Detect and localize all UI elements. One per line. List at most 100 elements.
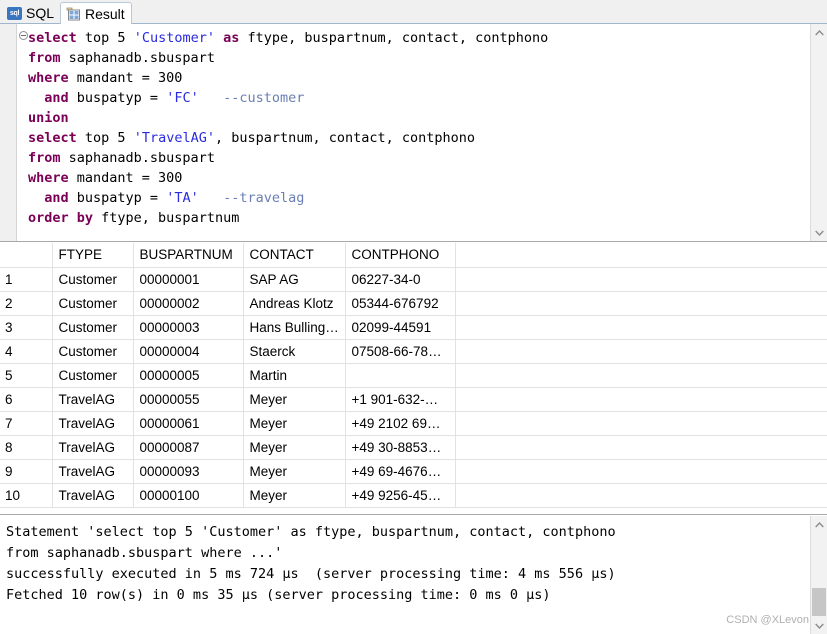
cell-rownum[interactable]: 5 [0, 363, 53, 388]
cell-buspartnum[interactable]: 00000003 [133, 315, 244, 340]
cell-contact[interactable]: Meyer [243, 459, 346, 484]
cell-rownum[interactable]: 3 [0, 315, 53, 340]
code-token: select [28, 30, 77, 46]
cell-buspartnum[interactable]: 00000087 [133, 435, 244, 460]
cell-contact[interactable]: Meyer [243, 435, 346, 460]
code-token: where [28, 70, 69, 86]
cell-contphono[interactable] [345, 363, 456, 388]
cell-ftype[interactable]: TravelAG [52, 459, 134, 484]
messages-scroll-up-icon[interactable] [811, 516, 827, 533]
cell-rownum[interactable]: 7 [0, 411, 53, 436]
cell-ftype[interactable]: Customer [52, 339, 134, 364]
table-row[interactable]: 6 TravelAG 00000055 Meyer +1 901-632-… [0, 387, 827, 412]
header-contphono[interactable]: CONTPHONO [345, 243, 456, 268]
result-table: FTYPE BUSPARTNUM CONTACT CONTPHONO 1 Cust… [0, 243, 827, 508]
cell-buspartnum[interactable]: 00000055 [133, 387, 244, 412]
cell-contphono[interactable]: +49 9256-45… [345, 483, 456, 508]
table-row[interactable]: 2 Customer 00000002 Andreas Klotz 05344-6767… [0, 291, 827, 316]
cell-rownum[interactable]: 4 [0, 339, 53, 364]
cell-rownum[interactable]: 8 [0, 435, 53, 460]
cell-contact[interactable]: Andreas Klotz [243, 291, 346, 316]
sql-editor[interactable]: select top 5 'Customer' as ftype, buspar… [0, 24, 827, 242]
code-fold-collapse-icon[interactable] [19, 31, 28, 40]
code-token: saphanadb.sbuspart [60, 150, 215, 166]
code-token: saphanadb.sbuspart [60, 50, 215, 66]
cell-buspartnum[interactable]: 00000002 [133, 291, 244, 316]
result-grid[interactable]: FTYPE BUSPARTNUM CONTACT CONTPHONO 1 Cust… [0, 243, 827, 515]
table-row[interactable]: 3 Customer 00000003 Hans Bulling… 02099-4459… [0, 315, 827, 340]
cell-contact[interactable]: Hans Bulling… [243, 315, 346, 340]
cell-contphono[interactable]: 02099-44591 [345, 315, 456, 340]
table-row[interactable]: 8 TravelAG 00000087 Meyer +49 30-8853… [0, 435, 827, 460]
cell-rownum[interactable]: 9 [0, 459, 53, 484]
table-row[interactable]: 9 TravelAG 00000093 Meyer +49 69-4676… [0, 459, 827, 484]
code-token: ftype, buspartnum, contact, contphono [239, 30, 549, 46]
cell-buspartnum[interactable]: 00000001 [133, 267, 244, 292]
cell-contact[interactable]: Meyer [243, 483, 346, 508]
cell-ftype[interactable]: Customer [52, 363, 134, 388]
cell-ftype[interactable]: Customer [52, 267, 134, 292]
sql-badge-icon: sql [7, 6, 22, 20]
cell-filler [455, 315, 827, 340]
cell-ftype[interactable]: Customer [52, 291, 134, 316]
cell-contphono[interactable]: 05344-676792 [345, 291, 456, 316]
sql-code-text[interactable]: select top 5 'Customer' as ftype, buspar… [28, 28, 798, 228]
editor-scroll-down-icon[interactable] [811, 224, 827, 241]
cell-ftype[interactable]: Customer [52, 315, 134, 340]
cell-rownum[interactable]: 10 [0, 483, 53, 508]
tab-result[interactable]: Result [60, 2, 132, 24]
cell-buspartnum[interactable]: 00000061 [133, 411, 244, 436]
editor-vertical-scrollbar[interactable] [810, 24, 827, 241]
cell-contact[interactable]: SAP AG [243, 267, 346, 292]
messages-scroll-thumb[interactable] [812, 588, 826, 616]
code-token: , buspartnum, contact, contphono [214, 130, 476, 146]
cell-buspartnum[interactable]: 00000100 [133, 483, 244, 508]
cell-contphono[interactable]: +49 30-8853… [345, 435, 456, 460]
table-row[interactable]: 7 TravelAG 00000061 Meyer +49 2102 69… [0, 411, 827, 436]
table-row[interactable]: 5 Customer 00000005 Martin [0, 363, 827, 388]
table-row[interactable]: 10 TravelAG 00000100 Meyer +49 9256-45… [0, 483, 827, 508]
header-contact[interactable]: CONTACT [243, 243, 346, 268]
cell-contact[interactable]: Meyer [243, 411, 346, 436]
code-line: from saphanadb.sbuspart [28, 148, 798, 168]
table-row[interactable]: 1 Customer 00000001 SAP AG 06227-34-0 [0, 267, 827, 292]
header-buspartnum[interactable]: BUSPARTNUM [133, 243, 244, 268]
cell-buspartnum[interactable]: 00000093 [133, 459, 244, 484]
cell-contphono[interactable]: 07508-66-78… [345, 339, 456, 364]
cell-contphono[interactable]: +49 2102 69… [345, 411, 456, 436]
cell-rownum[interactable]: 2 [0, 291, 53, 316]
cell-contact[interactable]: Meyer [243, 387, 346, 412]
code-token: buspatyp = [68, 190, 167, 206]
cell-buspartnum[interactable]: 00000004 [133, 339, 244, 364]
header-ftype[interactable]: FTYPE [52, 243, 134, 268]
cell-buspartnum[interactable]: 00000005 [133, 363, 244, 388]
cell-ftype[interactable]: TravelAG [52, 483, 134, 508]
cell-contact[interactable]: Staerck [243, 339, 346, 364]
cell-ftype[interactable]: TravelAG [52, 435, 134, 460]
messages-scroll-down-icon[interactable] [811, 617, 827, 634]
cell-ftype[interactable]: TravelAG [52, 411, 134, 436]
execution-status-text: Statement 'select top 5 'Customer' as ft… [6, 524, 616, 603]
message-panel[interactable]: Statement 'select top 5 'Customer' as ft… [0, 516, 827, 634]
cell-filler [455, 435, 827, 460]
cell-contphono[interactable]: 06227-34-0 [345, 267, 456, 292]
cell-contphono[interactable]: +1 901-632-… [345, 387, 456, 412]
cell-filler [455, 339, 827, 364]
messages-vertical-scrollbar[interactable] [810, 516, 827, 634]
cell-ftype[interactable]: TravelAG [52, 387, 134, 412]
cell-contact[interactable]: Martin [243, 363, 346, 388]
cell-rownum[interactable]: 6 [0, 387, 53, 412]
cell-rownum[interactable]: 1 [0, 267, 53, 292]
header-rownum [0, 243, 53, 268]
editor-scroll-up-icon[interactable] [811, 24, 827, 41]
cell-filler [455, 363, 827, 388]
tab-sql[interactable]: sql SQL [2, 2, 60, 24]
code-token: top 5 [76, 130, 134, 146]
cell-contphono[interactable]: +49 69-4676… [345, 459, 456, 484]
code-token: from [28, 50, 61, 66]
cell-filler [455, 483, 827, 508]
table-row[interactable]: 4 Customer 00000004 Staerck 07508-66-78… [0, 339, 827, 364]
